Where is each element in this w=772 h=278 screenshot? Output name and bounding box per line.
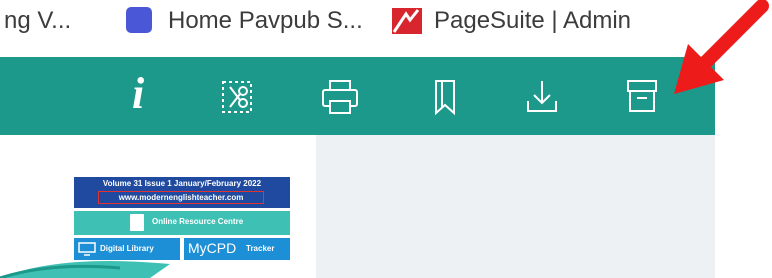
clip-icon[interactable] [218, 77, 258, 117]
pagesuite-favicon-icon [392, 8, 422, 34]
bookmarks-bar: ng V... Home Pavpub S... PageSuite | Adm… [0, 0, 772, 56]
info-icon[interactable]: i [132, 69, 144, 119]
document-icon [130, 214, 144, 231]
download-icon[interactable] [524, 77, 560, 117]
bookmark-icon[interactable] [430, 77, 460, 117]
issue-info: Volume 31 Issue 1 January/February 2022 [102, 179, 262, 188]
bookmark-item-3[interactable]: PageSuite | Admin [434, 6, 631, 36]
website-link[interactable]: www.modernenglishteacher.com [98, 191, 264, 204]
archive-icon[interactable] [624, 77, 660, 117]
decorative-swoosh [0, 261, 170, 278]
bookmark-item-1[interactable]: ng V... [4, 6, 71, 36]
right-panel [316, 135, 715, 278]
online-resource-button[interactable]: Online Resource Centre [74, 211, 290, 235]
viewer-toolbar: i [0, 57, 715, 135]
red-arrow-annotation [674, 0, 769, 94]
bookmark-item-2[interactable]: Home Pavpub S... [168, 6, 363, 36]
print-icon[interactable] [320, 77, 362, 117]
home-favicon-icon [126, 7, 152, 33]
online-resource-label: Online Resource Centre [152, 217, 244, 226]
cover-header-band: Volume 31 Issue 1 January/February 2022 … [74, 177, 290, 208]
